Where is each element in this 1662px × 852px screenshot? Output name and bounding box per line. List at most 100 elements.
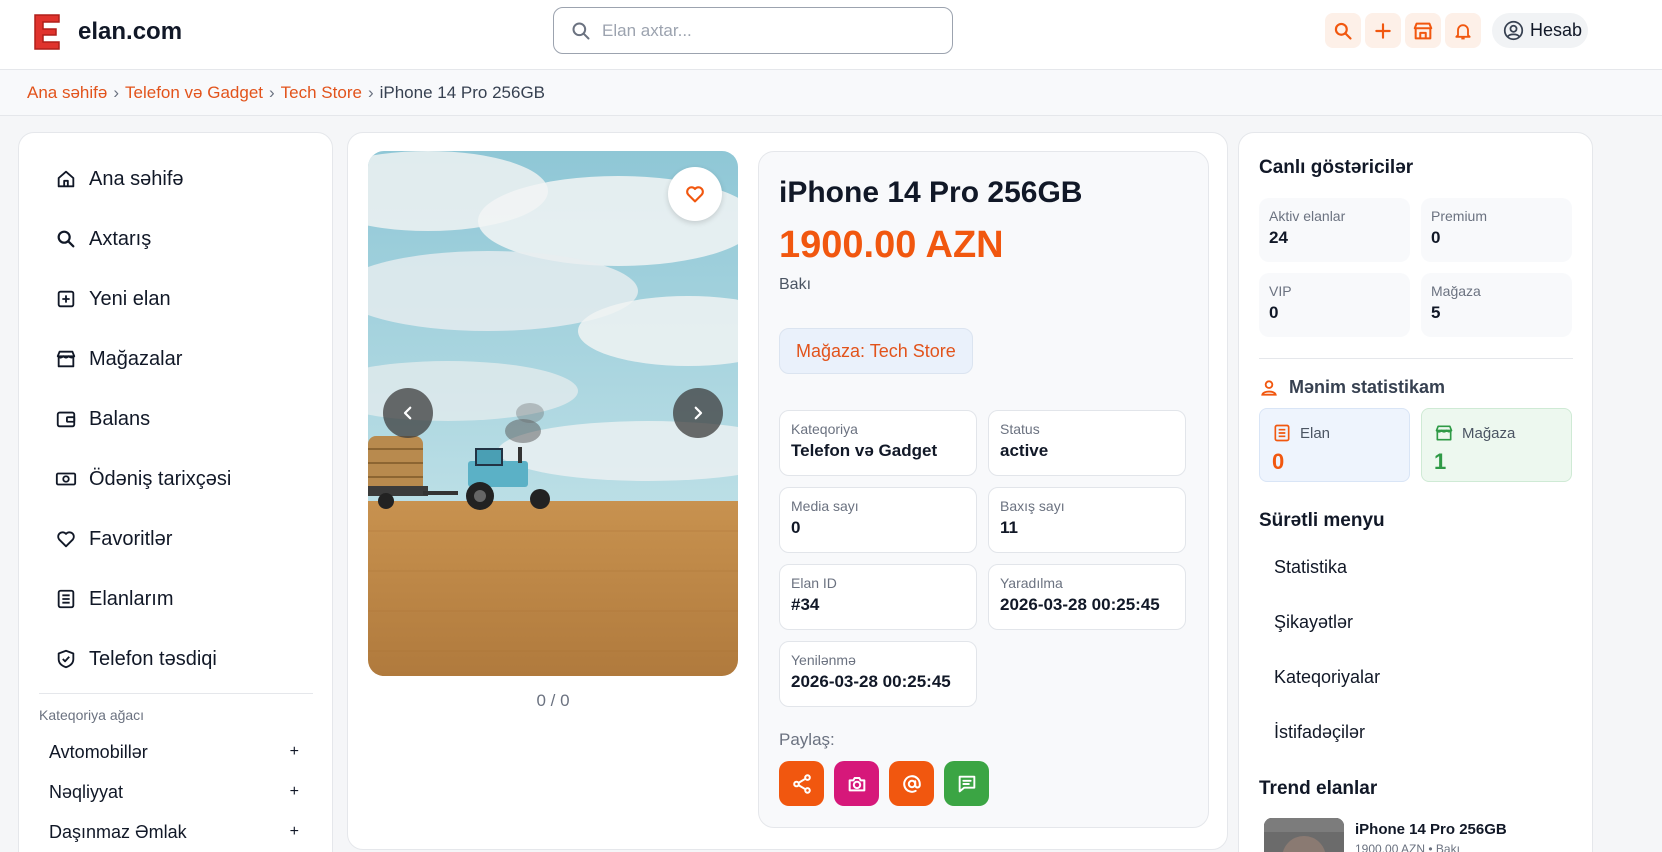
category-item[interactable]: Daşınmaz Əmlak + bbox=[49, 816, 299, 848]
thumbnail-image bbox=[1264, 818, 1344, 852]
listing-info-panel: iPhone 14 Pro 256GB 1900.00 AZN Bakı Mağ… bbox=[758, 151, 1209, 828]
search-input[interactable] bbox=[602, 18, 932, 44]
stat-value: 0 bbox=[1269, 303, 1279, 322]
sidebar-item-my-listings[interactable]: Elanlarım bbox=[55, 579, 173, 619]
quick-menu-item-complaints[interactable]: Şikayətlər bbox=[1274, 612, 1353, 633]
user-circle-icon bbox=[1503, 20, 1524, 41]
detail-status: Status active bbox=[988, 410, 1186, 476]
list-icon bbox=[57, 589, 75, 609]
quick-menu-item-users[interactable]: İstifadəçilər bbox=[1274, 722, 1365, 743]
toolbar-search-button[interactable] bbox=[1325, 13, 1361, 48]
expand-toggle[interactable]: + bbox=[290, 823, 299, 841]
detail-key: Yenilənmə bbox=[791, 652, 856, 668]
bell-icon bbox=[1455, 23, 1471, 39]
heart-icon bbox=[57, 531, 75, 548]
gallery-next-button[interactable] bbox=[673, 388, 723, 438]
my-stat-key-row: Mağaza bbox=[1434, 423, 1559, 443]
sidebar-item-stores[interactable]: Mağazalar bbox=[55, 339, 182, 379]
detail-value: Telefon və Gadget bbox=[791, 441, 938, 460]
gallery-prev-button[interactable] bbox=[383, 388, 433, 438]
sidebar-item-label: Ödəniş tarixçəsi bbox=[89, 467, 232, 490]
detail-key: Kateqoriya bbox=[791, 421, 858, 437]
expand-toggle[interactable]: + bbox=[290, 743, 299, 761]
category-item[interactable]: Avtomobillər + bbox=[49, 736, 299, 768]
plus-icon bbox=[1375, 22, 1391, 39]
brand-name[interactable]: elan.com bbox=[78, 18, 182, 46]
cash-icon bbox=[55, 472, 77, 486]
listing-photo[interactable] bbox=[368, 151, 738, 676]
category-tree-title: Kateqoriya ağacı bbox=[39, 707, 145, 723]
share-instagram-button[interactable] bbox=[834, 761, 879, 806]
my-stat-key: Elan bbox=[1300, 424, 1331, 442]
breadcrumb-category[interactable]: Telefon və Gadget bbox=[125, 83, 263, 103]
sidebar-item-label: Axtarış bbox=[89, 227, 152, 250]
quick-menu-item-statistics[interactable]: Statistika bbox=[1274, 557, 1347, 578]
share-email-button[interactable] bbox=[889, 761, 934, 806]
sidebar-item-new-listing[interactable]: Yeni elan bbox=[55, 279, 171, 319]
user-icon bbox=[1261, 379, 1277, 396]
home-icon bbox=[57, 170, 75, 188]
stat-premium: Premium 0 bbox=[1421, 198, 1572, 262]
logo-icon[interactable] bbox=[32, 13, 62, 51]
category-label: Daşınmaz Əmlak bbox=[49, 821, 187, 842]
live-stats-title: Canlı göstəricilər bbox=[1259, 157, 1414, 178]
quick-menu-item-categories[interactable]: Kateqoriyalar bbox=[1274, 667, 1380, 688]
trend-item-subtitle: 1900.00 AZN • Bakı bbox=[1355, 842, 1460, 852]
category-label: Nəqliyyat bbox=[49, 781, 124, 802]
my-stat-value: 1 bbox=[1434, 449, 1447, 474]
share-message-button[interactable] bbox=[944, 761, 989, 806]
share-button[interactable] bbox=[779, 761, 824, 806]
chevron-right-icon bbox=[694, 406, 703, 420]
account-button[interactable]: Hesab bbox=[1492, 13, 1588, 48]
detail-media-count: Media sayı 0 bbox=[779, 487, 977, 553]
breadcrumb-separator: › bbox=[269, 82, 275, 102]
search-icon bbox=[572, 22, 590, 40]
detail-created: Yaradılma 2026-03-28 00:25:45 bbox=[988, 564, 1186, 630]
stat-key: Mağaza bbox=[1431, 283, 1481, 299]
detail-value: #34 bbox=[791, 595, 820, 614]
detail-view-count: Baxış sayı 11 bbox=[988, 487, 1186, 553]
toolbar-add-button[interactable] bbox=[1365, 13, 1401, 48]
detail-listing-id: Elan ID #34 bbox=[779, 564, 977, 630]
sidebar-item-label: Balans bbox=[89, 407, 151, 430]
sidebar-item-label: Elanlarım bbox=[89, 587, 174, 610]
sidebar-item-balance[interactable]: Balans bbox=[55, 399, 150, 439]
wallet-icon bbox=[56, 411, 76, 428]
breadcrumb-current: iPhone 14 Pro 256GB bbox=[379, 82, 546, 102]
share-icon bbox=[792, 773, 811, 794]
trend-item-thumbnail[interactable] bbox=[1264, 818, 1344, 852]
stat-value: 5 bbox=[1431, 303, 1441, 322]
detail-key: Yaradılma bbox=[1000, 575, 1063, 591]
category-item[interactable]: Nəqliyyat + bbox=[49, 776, 299, 808]
search-box[interactable] bbox=[553, 7, 953, 54]
stat-value: 24 bbox=[1269, 228, 1288, 247]
sidebar-item-payment-history[interactable]: Ödəniş tarixçəsi bbox=[55, 459, 231, 499]
store-link[interactable]: Mağaza: Tech Store bbox=[779, 328, 973, 374]
detail-value: 2026-03-28 00:25:45 bbox=[791, 672, 951, 691]
stat-key: Aktiv elanlar bbox=[1269, 208, 1346, 224]
listing-price: 1900.00 AZN bbox=[779, 224, 1004, 266]
sidebar-item-label: Telefon təsdiqi bbox=[89, 647, 217, 670]
stat-active-listings: Aktiv elanlar 24 bbox=[1259, 198, 1410, 262]
left-sidebar: Ana səhifə Axtarış Yeni elan Mağazalar B… bbox=[18, 132, 333, 852]
sidebar-item-phone-verification[interactable]: Telefon təsdiqi bbox=[55, 639, 217, 679]
detail-key: Elan ID bbox=[791, 575, 837, 591]
breadcrumb-separator: › bbox=[367, 82, 374, 102]
sidebar-item-home[interactable]: Ana səhifə bbox=[55, 159, 184, 199]
breadcrumb-home[interactable]: Ana səhifə bbox=[27, 83, 107, 103]
quick-menu-title: Sürətli menyu bbox=[1259, 510, 1385, 531]
stat-key: Premium bbox=[1431, 208, 1488, 224]
toolbar-store-button[interactable] bbox=[1405, 13, 1441, 48]
search-icon bbox=[1334, 22, 1352, 40]
expand-toggle[interactable]: + bbox=[290, 783, 299, 801]
toolbar-notifications-button[interactable] bbox=[1445, 13, 1481, 48]
stat-key: VIP bbox=[1269, 283, 1292, 299]
camera-icon bbox=[848, 776, 865, 791]
store-icon bbox=[1435, 425, 1453, 441]
trend-item-title[interactable]: iPhone 14 Pro 256GB bbox=[1355, 821, 1507, 838]
sidebar-item-search[interactable]: Axtarış bbox=[55, 219, 151, 259]
gallery-counter: 0 / 0 bbox=[536, 691, 570, 710]
breadcrumb-store[interactable]: Tech Store bbox=[281, 83, 362, 103]
sidebar-item-favorites[interactable]: Favoritlər bbox=[55, 519, 172, 559]
favorite-button[interactable] bbox=[668, 167, 722, 221]
